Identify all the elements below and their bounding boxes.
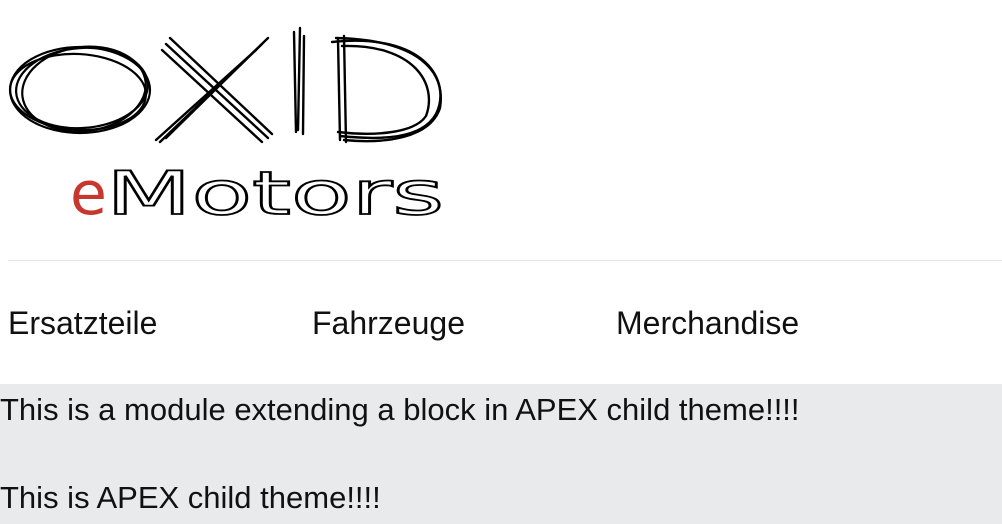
page: e Motors Ersatzteile Fahrzeuge Merchandi… — [0, 0, 1002, 524]
logo-emotors-suffix: Motors — [106, 159, 444, 222]
logo-emotors-prefix: e — [70, 159, 107, 222]
main-navigation: Ersatzteile Fahrzeuge Merchandise — [0, 292, 1002, 354]
theme-notice-area: This is a module extending a block in AP… — [0, 384, 1002, 524]
logo-letter-i — [292, 26, 306, 136]
nav-item-merchandise[interactable]: Merchandise — [616, 304, 799, 342]
nav-item-fahrzeuge[interactable]: Fahrzeuge — [312, 304, 465, 342]
logo-letter-d — [330, 34, 443, 144]
child-theme-notice-text: This is APEX child theme!!!! — [0, 480, 381, 515]
logo-letter-x — [154, 36, 274, 144]
oxid-emotors-logo: e Motors — [8, 26, 445, 222]
logo-letter-o — [8, 45, 152, 135]
module-notice-text: This is a module extending a block in AP… — [0, 392, 800, 427]
nav-item-ersatzteile[interactable]: Ersatzteile — [8, 304, 157, 342]
logo-link[interactable]: e Motors — [6, 22, 452, 222]
header-divider — [8, 260, 1002, 261]
